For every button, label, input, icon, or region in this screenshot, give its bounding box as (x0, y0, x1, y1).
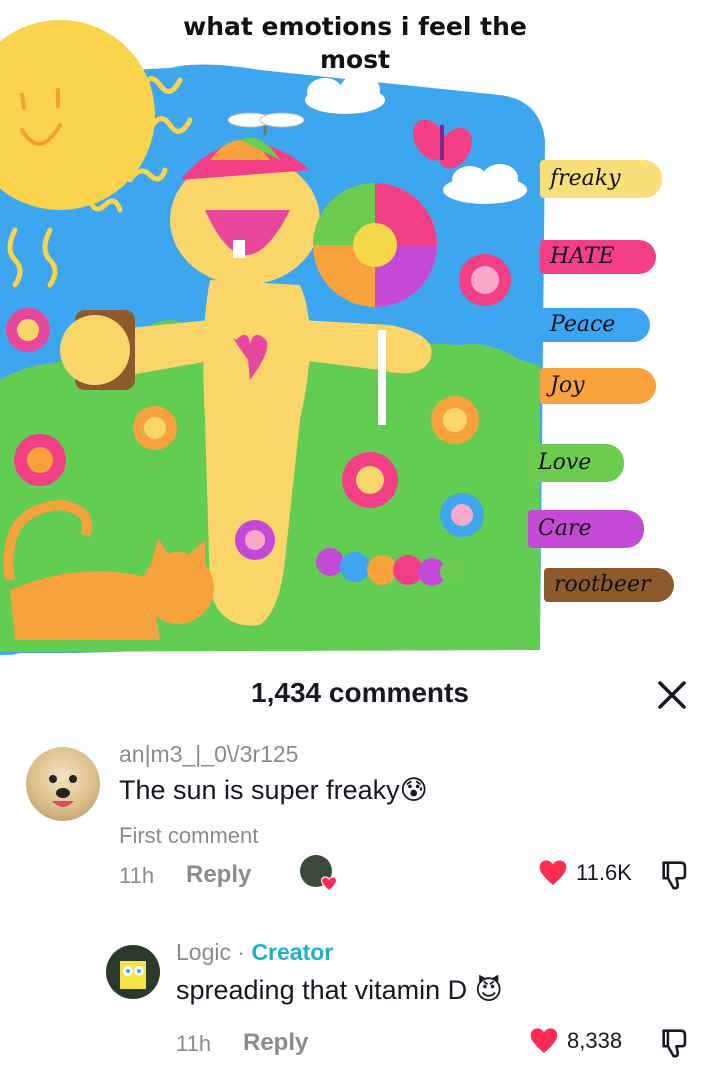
comments-sheet: 1,434 comments an|m3_|_0\/3r125 The sun … (0, 653, 720, 1080)
emotion-tag-love: Love (528, 444, 624, 482)
post-artwork: what emotions i feel the most freaky HAT… (0, 0, 720, 672)
reply-button[interactable]: Reply (186, 861, 251, 889)
comments-count: 1,434 comments (251, 677, 469, 708)
spongebob-avatar-icon (120, 961, 146, 989)
comment-item: an|m3_|_0\/3r125 The sun is super freaky… (0, 733, 720, 903)
comment-username[interactable]: Logic (176, 939, 231, 965)
artwork-title: what emotions i feel the most (183, 12, 527, 74)
comment-username-row: Logic · Creator (176, 939, 333, 966)
emotion-tag-joy: Joy (540, 368, 656, 404)
emotion-tag-peace: Peace (540, 308, 650, 342)
thumbs-down-icon (662, 861, 687, 890)
comment-text: spreading that vitamin D 😈 (176, 975, 503, 1005)
comment-item: Logic · Creator spreading that vitamin D… (0, 933, 720, 1073)
heart-icon (539, 860, 567, 885)
emotion-tag-care: Care (528, 510, 644, 548)
dog-avatar-icon (49, 775, 77, 807)
close-icon (658, 681, 686, 709)
avatar[interactable] (106, 945, 160, 999)
creator-badge: Creator (251, 939, 334, 965)
emotion-tag-freaky: freaky (540, 160, 662, 198)
liked-by-creator-badge (300, 855, 338, 893)
thumbs-down-icon (662, 1029, 687, 1058)
emotion-tag-rootbeer: rootbeer (544, 568, 674, 602)
comment-time: 11h (119, 863, 155, 888)
dislike-button[interactable] (658, 1025, 692, 1064)
emotion-tag-hate: HATE (540, 240, 656, 274)
separator-dot: · (230, 939, 252, 965)
close-button[interactable] (652, 675, 692, 715)
comment-time: 11h (176, 1031, 212, 1056)
avatar[interactable] (26, 747, 100, 821)
heart-icon (530, 1028, 558, 1053)
like-button[interactable]: 8,338 (527, 1025, 622, 1057)
like-count: 8,338 (567, 1028, 623, 1053)
first-comment-tag: First comment (119, 823, 259, 848)
dislike-button[interactable] (658, 857, 692, 896)
reply-button[interactable]: Reply (243, 1029, 308, 1057)
heart-icon (320, 876, 338, 892)
like-count: 11.6K (576, 860, 632, 885)
like-button[interactable]: 11.6K (536, 857, 632, 889)
comment-text: The sun is super freaky😰 (119, 775, 428, 805)
comment-username[interactable]: an|m3_|_0\/3r125 (119, 741, 298, 768)
